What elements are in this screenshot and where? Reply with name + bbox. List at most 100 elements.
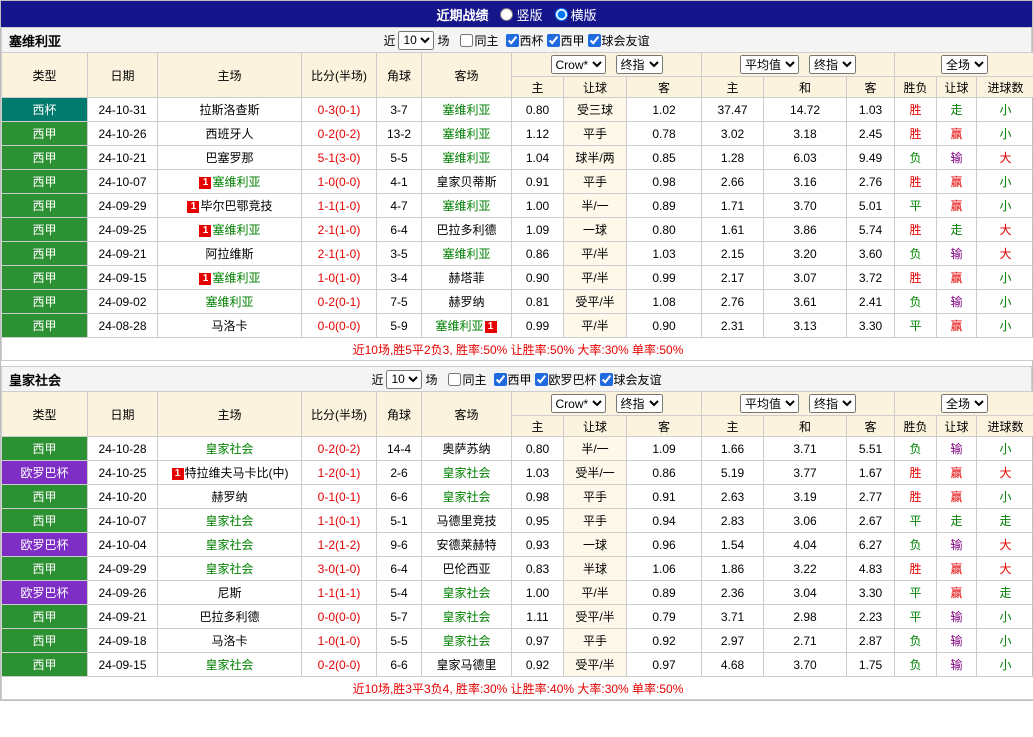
match-date: 24-10-07 — [87, 508, 158, 533]
summary-row: 近10场,胜5平2负3, 胜率:50% 让胜率:50% 大率:30% 单率:50… — [0, 337, 1033, 361]
result-goals-header: 进球数 — [976, 415, 1033, 437]
result-outcome-cell: 负 — [894, 628, 938, 653]
competition-checkbox[interactable] — [493, 372, 507, 386]
same-home-checkbox[interactable] — [448, 372, 462, 386]
result-goals-cell: 小 — [976, 652, 1033, 677]
competition-badge: 西甲 — [1, 652, 88, 677]
away-team-cell: 皇家社会 — [421, 628, 512, 653]
result-goals-cell: 小 — [976, 265, 1033, 290]
away-team-name: 皇家社会 — [442, 466, 491, 480]
final-index-select[interactable]: 终指 — [615, 55, 663, 74]
average-select[interactable]: 平均值 — [740, 55, 800, 74]
corner-cell: 3-4 — [376, 265, 422, 290]
corner-cell: 6-6 — [376, 484, 422, 509]
away-odds-cell: 1.08 — [625, 289, 703, 314]
full-match-select[interactable]: 全场 — [941, 55, 989, 74]
corner-cell: 3-5 — [376, 241, 422, 266]
home-team-name: 巴拉多利德 — [199, 610, 260, 624]
corner-cell: 6-4 — [376, 556, 422, 581]
same-home-filter[interactable]: 同主 — [460, 32, 499, 49]
handicap-cell: 一球 — [563, 532, 627, 557]
competition-badge: 西甲 — [1, 628, 88, 653]
home-team-cell: 皇家社会 — [157, 532, 302, 557]
corner-cell: 7-5 — [376, 289, 422, 314]
result-outcome-cell: 胜 — [894, 460, 938, 485]
competition-filter[interactable]: 西甲 — [546, 32, 585, 49]
competition-filter[interactable]: 球会友谊 — [599, 371, 662, 388]
competition-badge: 西甲 — [1, 193, 88, 218]
matches-label: 场 — [425, 372, 438, 387]
avg-home-cell: 2.36 — [701, 580, 765, 605]
competition-filter[interactable]: 西杯 — [505, 32, 544, 49]
competition-checkbox[interactable] — [534, 372, 548, 386]
horizontal-layout-radio[interactable] — [554, 7, 568, 21]
home-team-name: 皇家社会 — [205, 442, 254, 456]
average-header: 平均值 终指 — [701, 391, 896, 416]
odds-source-select[interactable]: Crow* — [550, 55, 606, 74]
match-date: 24-09-15 — [87, 265, 158, 290]
competition-filter[interactable]: 球会友谊 — [587, 32, 650, 49]
layout-option-vertical[interactable]: 竖版 — [500, 5, 543, 24]
same-home-filter[interactable]: 同主 — [448, 371, 487, 388]
full-match-header: 全场 — [894, 391, 1033, 416]
handicap-cell: 平/半 — [563, 265, 627, 290]
match-date: 24-09-02 — [87, 289, 158, 314]
away-team-name: 皇家社会 — [442, 586, 491, 600]
score-cell: 0-2(0-1) — [301, 289, 377, 314]
same-home-checkbox[interactable] — [460, 33, 474, 47]
competition-badge: 欧罗巴杯 — [1, 460, 88, 485]
home-team-cell: 赫罗纳 — [157, 484, 302, 509]
full-match-select[interactable]: 全场 — [941, 394, 989, 413]
home-team-name: 皇家社会 — [205, 658, 254, 672]
match-row: 西甲 24-10-21 巴塞罗那 5-1(3-0) 5-5 塞维利亚 1.04 球半/两 0.8… — [1, 145, 1033, 170]
avg-home-cell: 37.47 — [701, 97, 765, 122]
match-date: 24-10-20 — [87, 484, 158, 509]
home-team-name: 塞维利亚 — [212, 175, 261, 189]
vertical-layout-radio[interactable] — [500, 7, 514, 21]
result-goals-cell: 小 — [976, 97, 1033, 122]
avg-draw-cell: 2.71 — [763, 628, 848, 653]
odds-home-header: 主 — [511, 415, 564, 437]
odds-source-select[interactable]: Crow* — [550, 394, 606, 413]
red-card-badge: 1 — [199, 225, 212, 237]
col-header-corner: 角球 — [376, 391, 422, 437]
corner-cell: 4-1 — [376, 169, 422, 194]
competition-filter[interactable]: 欧罗巴杯 — [534, 371, 597, 388]
away-team-cell: 赫罗纳 — [421, 289, 512, 314]
avg-draw-cell: 3.70 — [763, 193, 848, 218]
competition-checkbox[interactable] — [599, 372, 613, 386]
result-outcome-cell: 平 — [894, 604, 938, 629]
match-row: 西甲 24-09-25 1 塞维利亚 2-1(1-0) 6-4 巴拉多利德 1.09 一球 0.8… — [1, 217, 1033, 242]
competition-filter[interactable]: 西甲 — [493, 371, 532, 388]
match-count-select[interactable]: 10 — [386, 369, 423, 389]
competition-checkbox[interactable] — [505, 33, 519, 47]
competition-checkbox[interactable] — [546, 33, 560, 47]
average-select[interactable]: 平均值 — [740, 394, 800, 413]
final-index-select[interactable]: 终指 — [615, 394, 663, 413]
competition-badge: 西甲 — [1, 289, 88, 314]
home-odds-cell: 0.99 — [511, 313, 564, 338]
result-handicap-cell: 输 — [936, 145, 978, 170]
same-home-label: 同主 — [474, 33, 499, 48]
team-name: 皇家社会 — [9, 372, 62, 388]
away-odds-cell: 0.78 — [625, 121, 703, 146]
competition-label: 西甲 — [560, 33, 585, 48]
match-date: 24-10-07 — [87, 169, 158, 194]
avg-draw-cell: 3.16 — [763, 169, 848, 194]
final-index-select[interactable]: 终指 — [809, 55, 857, 74]
same-home-label: 同主 — [462, 372, 487, 387]
corner-cell: 5-5 — [376, 145, 422, 170]
handicap-cell: 平手 — [563, 121, 627, 146]
competition-checkbox[interactable] — [587, 33, 601, 47]
match-count-select[interactable]: 10 — [398, 30, 435, 50]
home-odds-cell: 1.00 — [511, 580, 564, 605]
final-index-select[interactable]: 终指 — [809, 394, 857, 413]
avg-home-cell: 5.19 — [701, 460, 765, 485]
results-table: 类型 日期 主场 比分(半场) 角球 客场 Crow* 终指 平均值 终指 全场主让球客主和客胜负让… — [0, 391, 1033, 700]
layout-option-horizontal[interactable]: 横版 — [554, 5, 597, 24]
away-team-cell: 皇家贝蒂斯 — [421, 169, 512, 194]
match-date: 24-08-28 — [87, 313, 158, 338]
competition-label: 球会友谊 — [613, 372, 662, 387]
home-team-name: 皇家社会 — [205, 562, 254, 576]
away-team-cell: 皇家马德里 — [421, 652, 512, 677]
